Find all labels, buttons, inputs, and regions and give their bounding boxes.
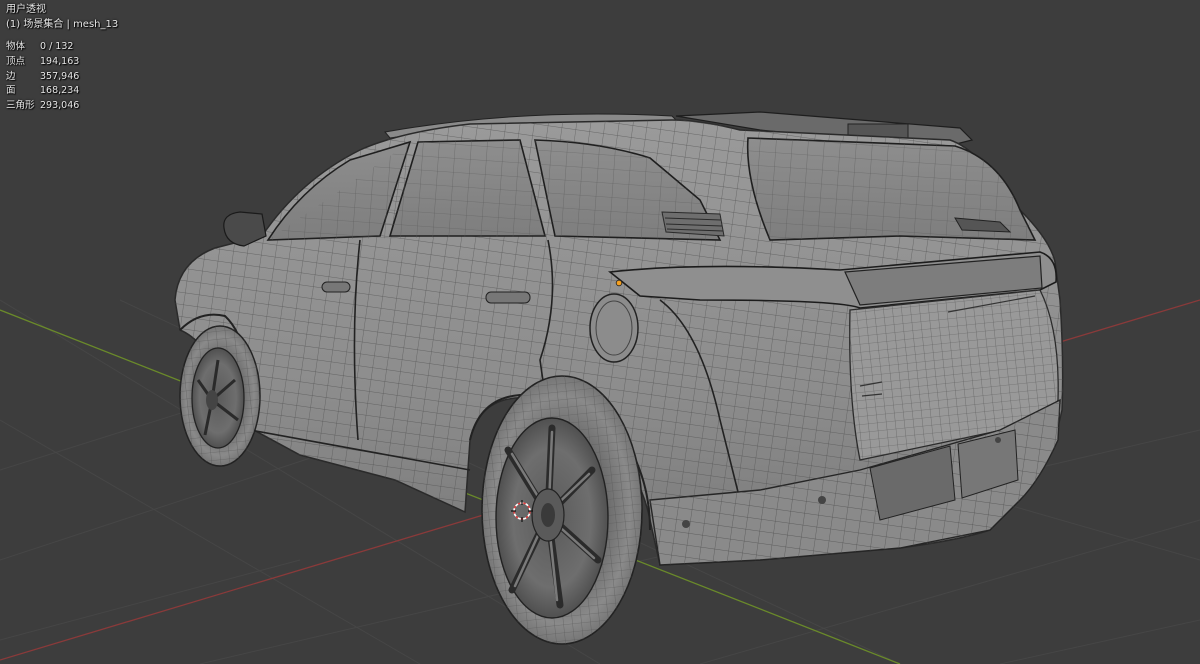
stat-value: 0 / 132	[40, 41, 74, 52]
stat-label: 三角形	[6, 100, 35, 112]
scene-statistics: 物体 0 / 132 顶点 194,163 边 357,946 面 168,23…	[6, 40, 79, 114]
stat-value: 357,946	[40, 70, 80, 82]
stat-row-edges: 边 357,946	[6, 70, 79, 85]
stat-label: 面	[6, 85, 16, 97]
stat-row-faces: 面 168,234	[6, 84, 79, 99]
stat-value: 194,163	[40, 55, 80, 67]
stat-row-objects: 物体 0 / 132	[6, 40, 79, 55]
front-wheel	[179, 325, 261, 467]
stat-value: 293,046	[40, 100, 80, 112]
origin-point-icon	[615, 279, 623, 287]
stat-label: 边	[6, 70, 16, 82]
stat-row-vertices: 顶点 194,163	[6, 55, 79, 70]
stat-value: 168,234	[40, 85, 80, 97]
stat-label: 物体	[6, 41, 26, 52]
3d-viewport[interactable]: 用户透视 (1) 场景集合 | mesh_13 物体 0 / 132 顶点 19…	[0, 0, 1200, 664]
rear-wheel	[481, 375, 643, 645]
viewport-scene[interactable]	[0, 0, 1200, 664]
stat-row-triangles: 三角形 293,046	[6, 99, 79, 114]
car-mesh[interactable]	[174, 111, 1064, 645]
stat-label: 顶点	[6, 55, 26, 67]
